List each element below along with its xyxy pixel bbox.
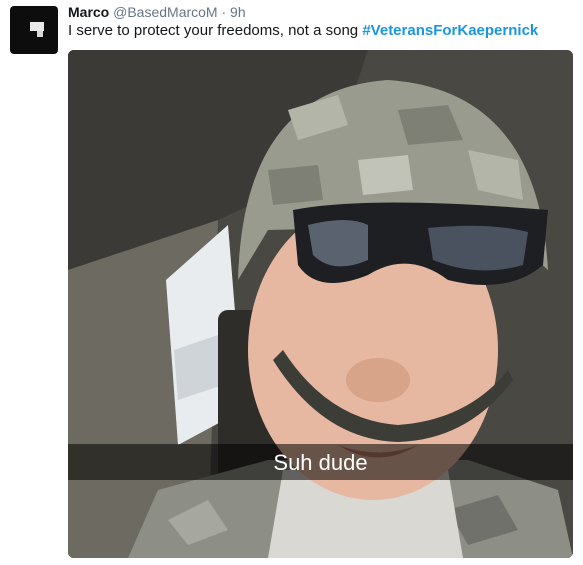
avatar-image — [30, 22, 44, 31]
snapchat-caption: Suh dude — [273, 450, 368, 475]
tweet-text: I serve to protect your freedoms, not a … — [68, 22, 538, 39]
tweet-media-photo[interactable]: Suh dude — [68, 50, 573, 558]
separator-dot: · — [221, 4, 227, 20]
hashtag-link[interactable]: #VeteransForKaepernick — [362, 22, 538, 39]
avatar-image-detail — [37, 31, 43, 37]
tweet-body: I serve to protect your freedoms, not a … — [68, 22, 359, 39]
profile-avatar[interactable] — [10, 6, 58, 54]
selfie-photo — [68, 50, 573, 558]
tweet-timestamp[interactable]: 9h — [230, 4, 246, 20]
display-name[interactable]: Marco — [68, 4, 109, 20]
tweet-header: Marco @BasedMarcoM · 9h — [68, 4, 246, 20]
user-handle[interactable]: @BasedMarcoM — [113, 4, 217, 20]
